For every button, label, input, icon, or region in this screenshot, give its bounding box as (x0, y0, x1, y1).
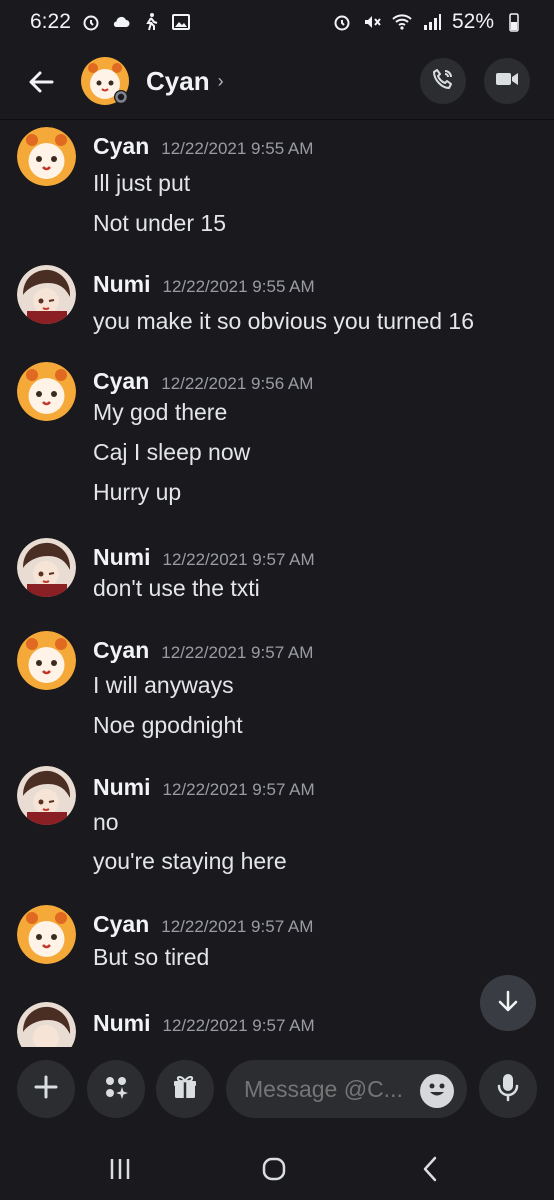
avatar[interactable] (17, 905, 76, 964)
message-text[interactable]: don't use the txti (93, 575, 260, 602)
gift-button[interactable] (156, 1060, 214, 1118)
message-text[interactable]: Noe gpodnight (93, 712, 243, 739)
avatar[interactable] (17, 265, 76, 324)
recent-apps-icon[interactable] (100, 1154, 140, 1184)
alarm-icon (332, 12, 352, 32)
message-text[interactable]: you're staying here (93, 848, 287, 875)
message-composer (0, 1048, 554, 1134)
message-header: Numi 12/22/2021 9:57 AM (93, 544, 315, 571)
home-icon[interactable] (254, 1154, 294, 1184)
page-title[interactable]: Cyan › (146, 66, 224, 97)
message-header: Cyan 12/22/2021 9:55 AM (93, 133, 313, 160)
avatar[interactable] (17, 362, 76, 421)
chat-title: Cyan (146, 66, 210, 96)
scroll-to-bottom-button[interactable] (480, 975, 536, 1031)
video-icon (494, 67, 520, 96)
nav-back-icon[interactable] (410, 1154, 450, 1184)
status-bar: 6:22 52% (0, 0, 554, 44)
weather-icon (111, 12, 131, 32)
message-header: Numi 12/22/2021 9:55 AM (93, 271, 315, 298)
signal-icon (422, 12, 442, 32)
message-timestamp: 12/22/2021 9:55 AM (162, 277, 315, 296)
message-timestamp: 12/22/2021 9:57 AM (162, 1016, 315, 1035)
message-author[interactable]: Cyan (93, 637, 149, 664)
avatar[interactable] (80, 56, 130, 106)
message-text[interactable]: Not under 15 (93, 210, 226, 237)
battery-percent: 52% (451, 10, 494, 33)
message-author[interactable]: Cyan (93, 911, 149, 938)
walking-icon (141, 12, 161, 32)
message-text[interactable]: Caj I sleep now (93, 439, 250, 466)
plus-icon (33, 1074, 59, 1105)
message-author[interactable]: Numi (93, 774, 151, 801)
message-header: Numi 12/22/2021 9:57 AM (93, 1010, 315, 1037)
message-header: Cyan 12/22/2021 9:57 AM (93, 637, 313, 664)
message-author[interactable]: Cyan (93, 133, 149, 160)
voice-message-button[interactable] (479, 1060, 537, 1118)
status-time: 6:22 (30, 10, 71, 33)
message-text[interactable]: Hurry up (93, 479, 181, 506)
back-arrow-icon[interactable] (22, 63, 60, 101)
message-author[interactable]: Numi (93, 1010, 151, 1037)
message-timestamp: 12/22/2021 9:55 AM (161, 139, 314, 158)
gallery-icon (171, 12, 191, 32)
avatar[interactable] (17, 538, 76, 597)
avatar[interactable] (17, 127, 76, 186)
message-timestamp: 12/22/2021 9:57 AM (161, 917, 314, 936)
message-timestamp: 12/22/2021 9:57 AM (161, 643, 314, 662)
message-timestamp: 12/22/2021 9:57 AM (162, 780, 315, 799)
alarm-icon (81, 12, 101, 32)
message-text[interactable]: you make it so obvious you turned 16 (93, 308, 474, 335)
message-text[interactable]: But so tired (93, 944, 209, 971)
gift-icon (171, 1073, 199, 1106)
message-header: Cyan 12/22/2021 9:57 AM (93, 911, 313, 938)
message-header: Numi 12/22/2021 9:57 AM (93, 774, 315, 801)
message-text[interactable]: Ill just put (93, 170, 190, 197)
avatar[interactable] (17, 766, 76, 825)
call-icon (431, 67, 455, 96)
battery-icon (504, 12, 524, 32)
message-timestamp: 12/22/2021 9:56 AM (161, 374, 314, 393)
message-timestamp: 12/22/2021 9:57 AM (162, 550, 315, 569)
message-author[interactable]: Numi (93, 544, 151, 571)
avatar[interactable] (17, 631, 76, 690)
message-author[interactable]: Numi (93, 271, 151, 298)
system-navigation-bar (0, 1134, 554, 1200)
wifi-icon (392, 12, 412, 32)
apps-button[interactable] (87, 1060, 145, 1118)
apps-icon (102, 1073, 130, 1106)
message-text[interactable]: no (93, 809, 119, 836)
chevron-right-icon: › (217, 71, 224, 91)
emoji-icon (420, 1072, 454, 1111)
message-author[interactable]: Cyan (93, 368, 149, 395)
add-attachment-button[interactable] (17, 1060, 75, 1118)
chat-header: Cyan › (0, 44, 554, 120)
message-text[interactable]: My god there (93, 399, 227, 426)
avatar[interactable] (17, 1002, 76, 1047)
arrow-down-icon (495, 988, 521, 1019)
message-header: Cyan 12/22/2021 9:56 AM (93, 368, 313, 395)
message-text[interactable]: I will anyways (93, 672, 234, 699)
call-button[interactable] (420, 58, 466, 104)
video-call-button[interactable] (484, 58, 530, 104)
message-list: Cyan 12/22/2021 9:55 AM Ill just put Not… (0, 121, 554, 1047)
emoji-button[interactable] (420, 1074, 454, 1108)
mute-icon (362, 12, 382, 32)
microphone-icon (495, 1072, 521, 1107)
